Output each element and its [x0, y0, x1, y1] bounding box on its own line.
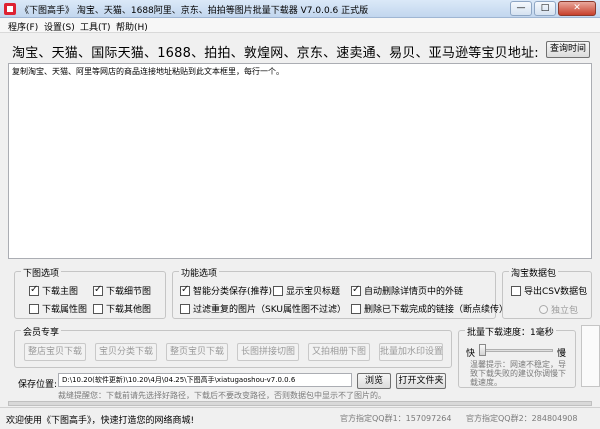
checkbox-label: 智能分类保存(推荐) — [193, 287, 273, 297]
platforms-label: 淘宝、天猫、国际天猫、1688、拍拍、敦煌网、京东、速卖通、易贝、亚马逊等宝贝地… — [12, 46, 539, 61]
member-group: 会员专享 整店宝贝下载 宝贝分类下载 整页宝贝下载 长图拼接切图 又拍相册下图 … — [14, 325, 452, 368]
menu-bar: 程序(F) 设置(S) 工具(T) 帮助(H) — [0, 18, 600, 33]
checkbox-label: 自动删除详情页中的外链 — [364, 287, 464, 297]
checkbox-label: 过滤重复的图片（SKU属性图不过滤） — [193, 305, 346, 315]
horizontal-scrollbar[interactable] — [8, 401, 592, 406]
checkbox-attribute-images[interactable]: 下载属性图 — [29, 302, 87, 315]
checkbox-box[interactable] — [93, 284, 103, 296]
watermark-settings-button[interactable]: 批量加水印设置 — [379, 343, 443, 361]
checkbox-box[interactable] — [180, 303, 190, 314]
checkbox-export-csv[interactable]: 导出CSV数据包 — [511, 284, 587, 297]
checkbox-box[interactable] — [273, 285, 283, 296]
checkbox-label: 导出CSV数据包 — [524, 287, 588, 297]
maximize-button[interactable]: □ — [534, 1, 556, 16]
browse-button[interactable]: 浏览 — [357, 373, 391, 389]
checkbox-box[interactable] — [351, 284, 361, 296]
app-logo-icon — [4, 3, 16, 15]
download-options-legend: 下图选项 — [21, 266, 62, 279]
checkbox-label: 下载其他图 — [106, 305, 152, 315]
checkbox-label: 删除已下载完成的链接（断点续传） — [364, 305, 509, 315]
checkbox-box[interactable] — [93, 303, 103, 314]
taobao-package-legend: 淘宝数据包 — [509, 266, 559, 279]
checkbox-label: 下载细节图 — [106, 287, 152, 297]
function-options-legend: 功能选项 — [179, 266, 220, 279]
speed-tip: 温馨提示：网速不稳定，导致下载失败的建议你调慢下载速度。 — [470, 360, 566, 387]
checkbox-label: 显示宝贝标题 — [286, 287, 341, 297]
radio-standalone-package[interactable]: 独立包 — [539, 303, 578, 316]
menu-program[interactable]: 程序(F) — [8, 20, 38, 33]
checkbox-label: 下载主图 — [42, 287, 79, 297]
status-bar: 欢迎使用《下图高手》，快速打造您的网络商城! 官方指定QQ群1：15709726… — [0, 407, 600, 429]
checkbox-remove-external-links[interactable]: 自动删除详情页中的外链 — [351, 284, 463, 297]
radio-circle[interactable] — [539, 305, 548, 314]
checkbox-main-images[interactable]: 下载主图 — [29, 284, 78, 297]
qq-group-2: 官方指定QQ群2：284804908 — [466, 414, 578, 423]
save-location-label: 保存位置: — [18, 380, 58, 390]
window-title: 《下图高手》 淘宝、天猫、1688阿里、京东、拍拍等图片批量下载器 V7.0.0… — [20, 6, 369, 16]
checkbox-other-images[interactable]: 下载其他图 — [93, 302, 151, 315]
page-download-button[interactable]: 整页宝贝下载 — [166, 343, 228, 361]
taobao-package-group: 淘宝数据包 导出CSV数据包 独立包 — [502, 266, 592, 319]
shop-download-button[interactable]: 整店宝贝下载 — [24, 343, 86, 361]
speed-slider-track[interactable] — [481, 349, 553, 352]
query-time-button[interactable]: 查询时间 — [546, 41, 590, 58]
checkbox-box[interactable] — [511, 285, 521, 296]
checkbox-box[interactable] — [180, 284, 190, 296]
speed-fast-label: 快 — [466, 349, 476, 359]
close-button[interactable]: ✕ — [558, 1, 596, 16]
window-controls: — □ ✕ — [510, 1, 596, 16]
checkbox-detail-images[interactable]: 下载细节图 — [93, 284, 151, 297]
radio-label: 独立包 — [551, 306, 579, 316]
save-path-input[interactable]: D:\10.20(软件更新)\10.20\4月\04.25\下图高手\xiatu… — [58, 373, 352, 387]
title-bar: 《下图高手》 淘宝、天猫、1688阿里、京东、拍拍等图片批量下载器 V7.0.0… — [0, 0, 600, 18]
menu-tools[interactable]: 工具(T) — [80, 20, 111, 33]
minimize-button[interactable]: — — [510, 1, 532, 16]
menu-help[interactable]: 帮助(H) — [116, 20, 148, 33]
checkbox-smart-classify[interactable]: 智能分类保存(推荐) — [180, 284, 272, 297]
open-folder-button[interactable]: 打开文件夹 — [396, 373, 446, 389]
url-textarea[interactable]: 复制淘宝、天猫、阿里等网店的商品连接地址粘贴到此文本框里，每行一个。 — [8, 63, 592, 259]
youpai-album-button[interactable]: 又拍相册下图 — [308, 343, 370, 361]
checkbox-filter-duplicates[interactable]: 过滤重复的图片（SKU属性图不过滤） — [180, 302, 346, 315]
category-download-button[interactable]: 宝贝分类下载 — [95, 343, 157, 361]
function-options-group: 功能选项 智能分类保存(推荐) 显示宝贝标题 自动删除详情页中的外链 过滤重复的… — [172, 266, 508, 319]
speed-slow-label: 慢 — [557, 349, 567, 359]
member-legend: 会员专享 — [21, 325, 62, 338]
checkbox-box[interactable] — [351, 303, 361, 314]
save-hint: 裁缝提醒您：下载前请先选择好路径，下载后不要改变路径，否则数据包中显示不了图片的… — [58, 391, 386, 400]
checkbox-show-title[interactable]: 显示宝贝标题 — [273, 284, 340, 297]
download-options-group: 下图选项 下载主图 下载细节图 下载属性图 下载其他图 — [14, 266, 166, 319]
speed-legend: 批量下载速度：1毫秒 — [465, 325, 556, 338]
checkbox-box[interactable] — [29, 284, 39, 296]
url-textarea-content: 复制淘宝、天猫、阿里等网店的商品连接地址粘贴到此文本框里，每行一个。 — [12, 67, 284, 76]
long-image-button[interactable]: 长图拼接切图 — [237, 343, 299, 361]
speed-slider-thumb[interactable] — [479, 344, 486, 356]
welcome-message: 欢迎使用《下图高手》，快速打造您的网络商城! — [6, 416, 195, 426]
checkbox-box[interactable] — [29, 303, 39, 314]
side-panel-edge — [581, 325, 600, 387]
checkbox-delete-downloaded-links[interactable]: 删除已下载完成的链接（断点续传） — [351, 302, 508, 315]
menu-settings[interactable]: 设置(S) — [44, 20, 75, 33]
qq-group-1: 官方指定QQ群1：157097264 — [340, 414, 452, 423]
checkbox-label: 下载属性图 — [42, 305, 88, 315]
